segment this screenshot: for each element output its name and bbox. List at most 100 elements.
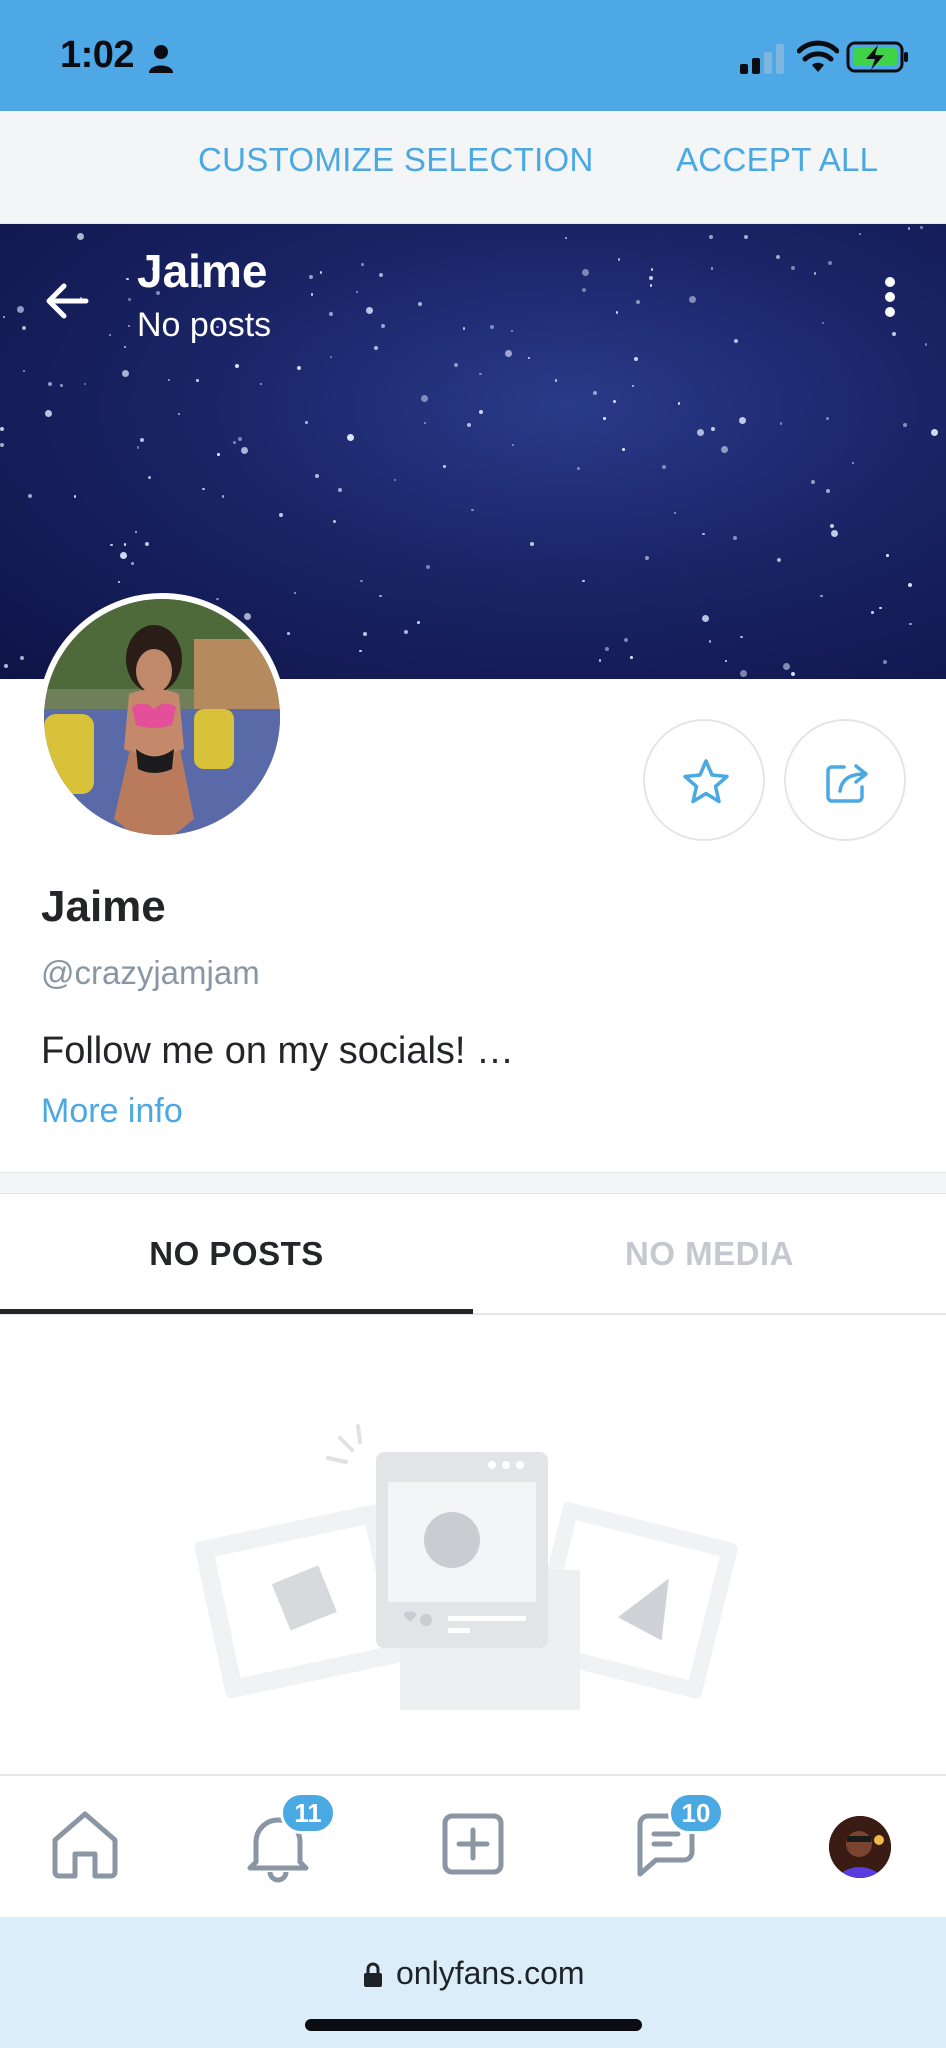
active-tab-indicator [0,1309,473,1314]
star-dot [393,478,397,482]
star-dot [631,384,635,388]
star-dot [217,453,220,456]
profile-avatar[interactable] [38,593,286,841]
star-dot [733,535,738,540]
star-dot [0,443,5,448]
star-dot [724,659,728,663]
star-dot [511,443,515,446]
star-dot [902,422,907,427]
star-dot [582,288,587,293]
star-dot [603,417,606,420]
more-options-icon[interactable] [870,272,910,332]
star-dot [315,474,320,479]
header-post-count: No posts [137,306,272,344]
star-dot [779,422,783,425]
star-dot [122,370,130,378]
star-dot [139,438,144,443]
star-dot [73,495,77,498]
star-dot [310,293,314,296]
star-dot [882,660,887,665]
add-post-icon [442,1813,504,1875]
lock-icon [364,1962,382,1987]
star-dot [221,495,225,498]
star-dot [241,447,249,455]
star-dot [443,465,446,468]
star-dot [527,356,531,360]
star-dot [871,611,874,614]
nav-user-avatar[interactable] [829,1816,891,1878]
star-dot [821,321,825,325]
star-dot [791,671,796,676]
star-dot [196,379,199,382]
star-dot [167,378,171,382]
star-dot [360,579,363,583]
favorite-button[interactable] [643,719,765,841]
browser-url-bar[interactable]: onlyfans.com [0,1917,946,2048]
star-dot [426,564,431,569]
nav-home[interactable] [45,1804,125,1884]
profile-handle: @crazyjamjam [41,954,260,991]
share-icon [826,764,868,803]
accept-all-button[interactable]: ACCEPT ALL [676,141,878,179]
star-dot [479,372,482,376]
star-icon [683,759,729,804]
star-dot [615,311,619,314]
star-dot [177,412,181,416]
more-info-link[interactable]: More info [41,1092,183,1131]
star-dot [346,434,354,442]
tab-media[interactable]: NO MEDIA [473,1194,946,1314]
star-dot [858,232,862,236]
customize-selection-button[interactable]: CUSTOMIZE SELECTION [198,141,594,179]
star-dot [134,530,138,534]
star-dot [624,637,629,642]
star-dot [677,402,681,405]
home-indicator[interactable] [305,2019,642,2031]
star-dot [238,437,243,442]
star-dot [361,263,364,266]
star-dot [813,272,817,275]
star-dot [305,421,308,424]
star-dot [365,306,373,314]
star-dot [76,233,84,241]
star-dot [644,555,649,560]
star-dot [891,332,896,336]
star-dot [17,306,25,314]
star-dot [2,315,6,319]
profile-bio: Follow me on my socials! … [41,1030,515,1072]
battery-charging-icon [846,41,908,73]
star-dot [529,541,534,546]
star-dot [617,258,621,261]
star-dot [479,410,484,415]
star-dot [924,343,928,346]
star-dot [423,421,427,425]
star-dot [790,266,795,271]
back-arrow-icon[interactable] [40,274,94,328]
star-dot [739,416,746,424]
star-dot [708,640,712,643]
star-dot [0,426,5,431]
nav-add-post[interactable] [433,1804,513,1884]
home-icon [52,1811,118,1879]
star-dot [338,487,343,492]
star-dot [296,365,301,370]
star-dot [471,508,474,512]
share-button[interactable] [784,719,906,841]
nav-notifications[interactable]: 11 [238,1792,336,1884]
star-dot [564,236,568,240]
star-dot [582,579,585,583]
star-dot [127,324,131,328]
star-dot [363,631,368,636]
star-dot [650,268,654,271]
tab-posts[interactable]: NO POSTS [0,1194,473,1314]
star-dot [710,267,714,270]
star-dot [829,523,834,528]
messages-badge: 10 [668,1792,724,1834]
star-dot [404,629,409,634]
star-dot [830,529,838,537]
person-icon [149,45,173,73]
user-avatar-photo [829,1816,891,1878]
nav-messages[interactable]: 10 [626,1792,724,1884]
status-bar: 1:02 [0,0,946,111]
star-dot [783,662,791,670]
star-dot [355,290,359,294]
